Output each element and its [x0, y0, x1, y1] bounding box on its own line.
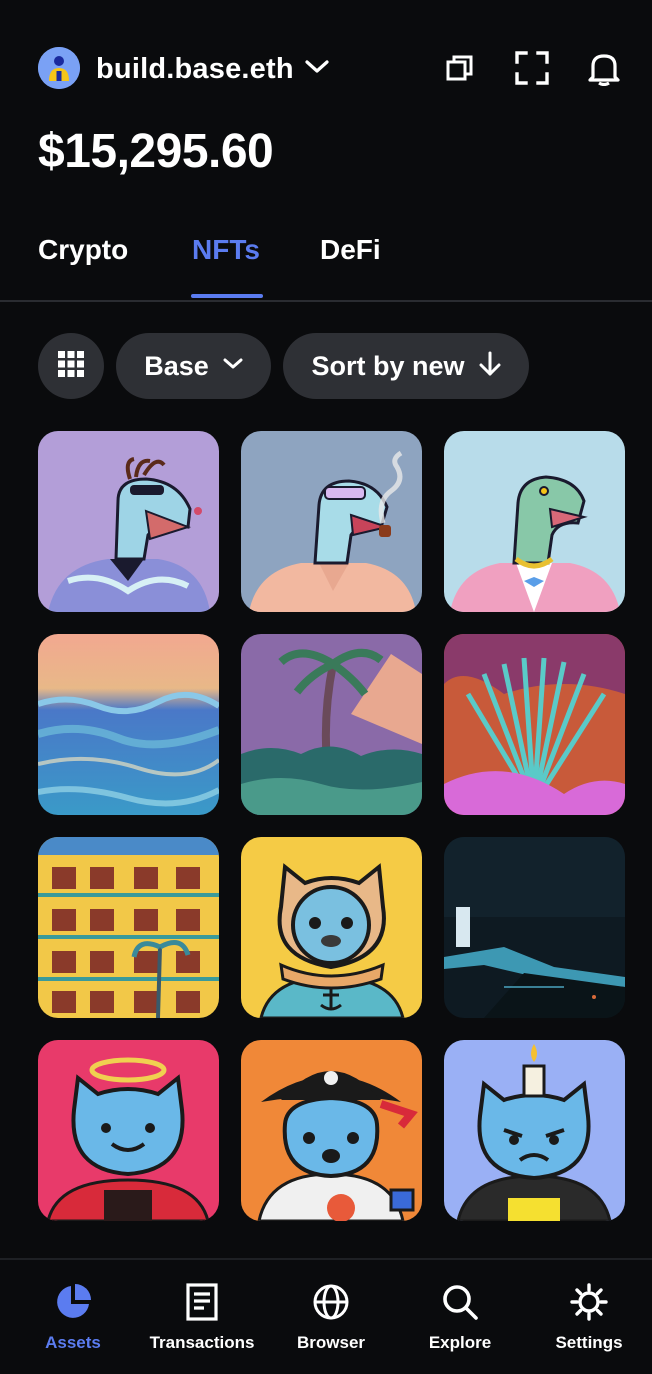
- sort-label: Sort by new: [311, 350, 465, 381]
- tab-defi[interactable]: DeFi: [320, 234, 381, 266]
- nft-card-cat-pirate-astronaut[interactable]: [241, 1040, 422, 1221]
- chevron-down-icon: [223, 357, 243, 375]
- nav-transactions-label: Transactions: [149, 1333, 255, 1352]
- nft-card-ocean-waves[interactable]: [38, 634, 219, 815]
- tab-crypto[interactable]: Crypto: [38, 234, 128, 266]
- wallet-balance: $15,295.60: [38, 125, 274, 178]
- active-tab-indicator: [191, 294, 263, 298]
- account-switcher[interactable]: build.base.eth: [96, 50, 330, 88]
- grid-icon: [58, 350, 84, 382]
- nft-card-cat-candle-hoodie[interactable]: [444, 1040, 625, 1221]
- account-name: build.base.eth: [96, 52, 294, 85]
- nft-card-dark-coast-night[interactable]: [444, 837, 625, 1018]
- nav-assets[interactable]: Assets: [8, 1282, 138, 1353]
- header: build.base.eth: [0, 0, 652, 120]
- grid-view-button[interactable]: [38, 333, 104, 399]
- chevron-down-icon: [304, 59, 330, 80]
- sort-button[interactable]: Sort by new: [283, 333, 529, 399]
- nft-card-cat-diver-helmet[interactable]: [241, 837, 422, 1018]
- gear-icon: [569, 1282, 609, 1327]
- nft-grid: [38, 431, 626, 1221]
- nav-transactions[interactable]: Transactions: [137, 1282, 267, 1353]
- network-filter-dropdown[interactable]: Base: [116, 333, 271, 399]
- nft-card-dino-purple-shirt[interactable]: [38, 431, 219, 612]
- asset-tabs: Crypto NFTs DeFi: [0, 222, 652, 302]
- arrow-down-icon: [479, 351, 501, 382]
- nav-settings[interactable]: Settings: [524, 1282, 652, 1353]
- search-icon: [440, 1282, 480, 1327]
- nft-card-cat-halo-hoodie[interactable]: [38, 1040, 219, 1221]
- globe-icon: [311, 1282, 351, 1327]
- account-avatar[interactable]: [38, 47, 80, 89]
- nft-card-dino-smoking-pipe[interactable]: [241, 431, 422, 612]
- nav-browser-label: Browser: [296, 1333, 366, 1352]
- nav-explore[interactable]: Explore: [395, 1282, 525, 1353]
- scan-icon[interactable]: [514, 50, 550, 86]
- nav-browser[interactable]: Browser: [266, 1282, 396, 1353]
- copy-icon[interactable]: [442, 50, 478, 86]
- nft-card-palm-tree-mountains[interactable]: [241, 634, 422, 815]
- nft-card-hotel-building[interactable]: [38, 837, 219, 1018]
- document-icon: [182, 1282, 222, 1327]
- bell-icon[interactable]: [586, 50, 622, 86]
- nav-explore-label: Explore: [428, 1333, 492, 1352]
- network-filter-label: Base: [144, 350, 209, 381]
- nft-card-tropical-leaves[interactable]: [444, 634, 625, 815]
- tab-nfts[interactable]: NFTs: [192, 234, 260, 266]
- nft-card-dino-pink-suit[interactable]: [444, 431, 625, 612]
- nav-settings-label: Settings: [555, 1333, 623, 1352]
- nav-assets-label: Assets: [45, 1333, 101, 1352]
- bottom-navigation: Assets Transactions Browser Explore Sett…: [0, 1258, 652, 1374]
- filter-bar: Base Sort by new: [38, 333, 529, 399]
- pie-chart-icon: [53, 1282, 93, 1327]
